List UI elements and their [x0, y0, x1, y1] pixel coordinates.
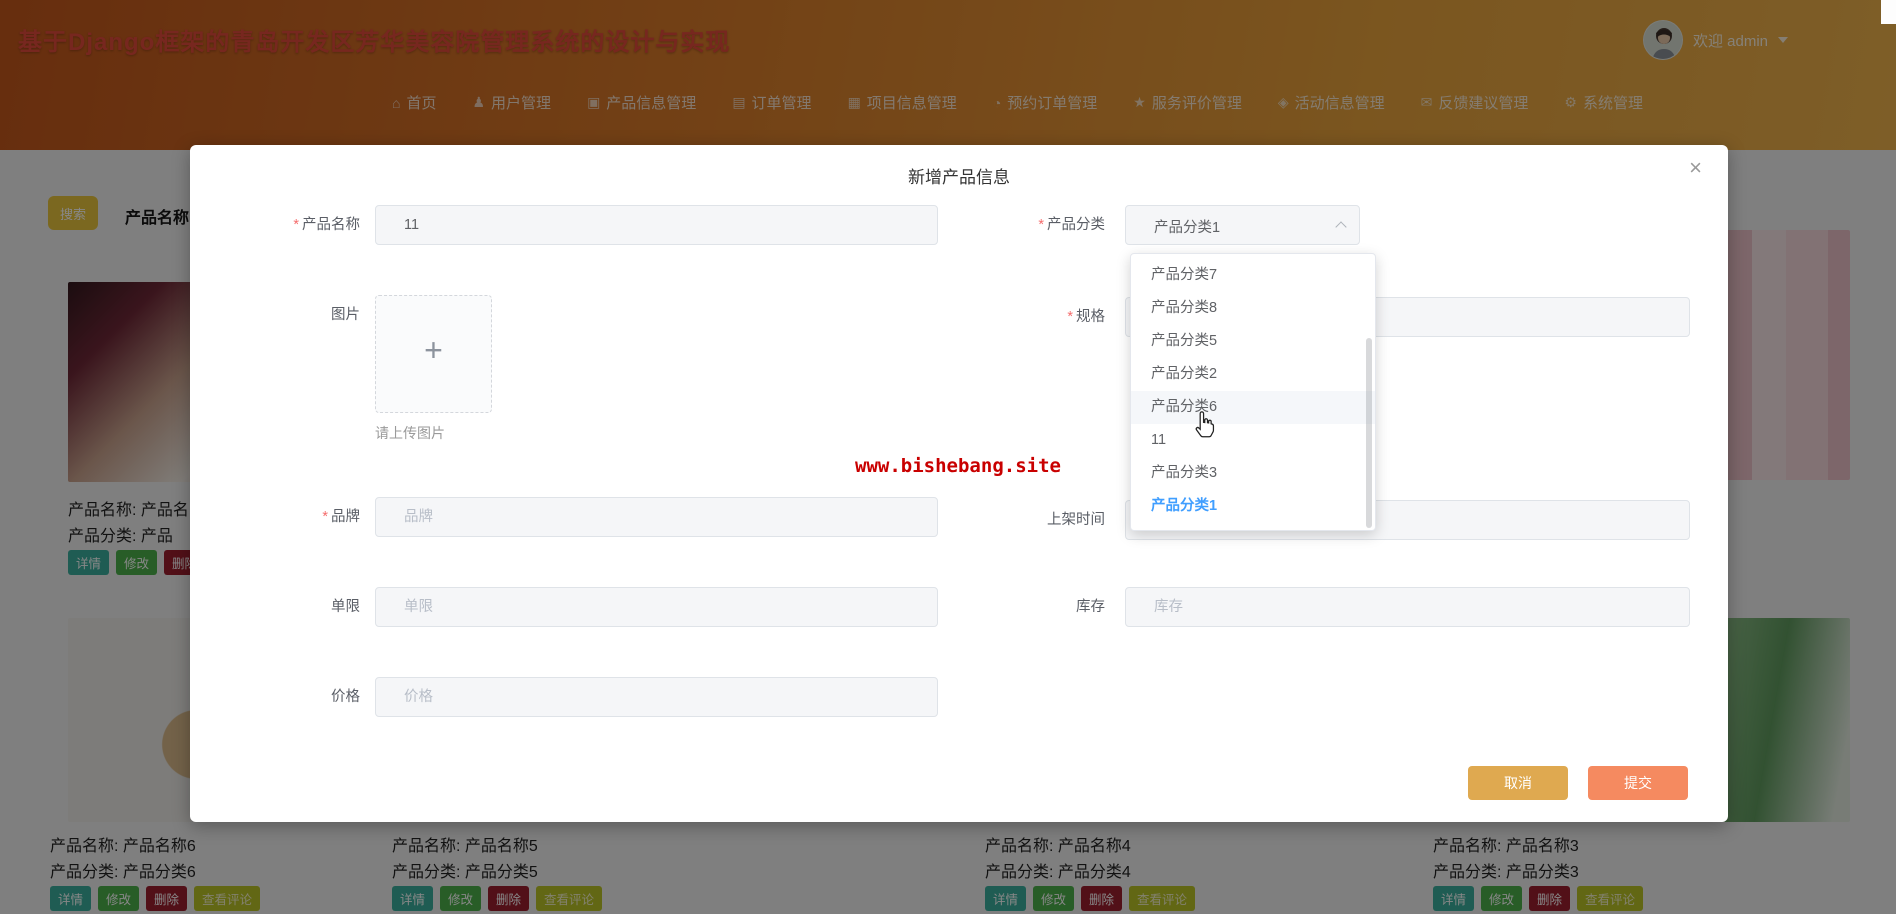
- submit-button[interactable]: 提交: [1588, 766, 1688, 800]
- product-name-input[interactable]: [375, 205, 938, 245]
- add-product-modal: 新增产品信息 × *产品名称 *产品分类 产品分类1 图片 + 请上传图片 *规…: [190, 145, 1728, 822]
- required-mark: *: [1067, 309, 1073, 325]
- close-icon[interactable]: ×: [1689, 157, 1702, 179]
- app-root: 基于Django框架的青岛开发区芳华美容院管理系统的设计与实现 ⌂ 首页 ♟ 用…: [0, 0, 1896, 914]
- price-label: 价格: [331, 689, 360, 705]
- watermark: www.bishebang.site: [855, 455, 1061, 477]
- required-mark: *: [1038, 217, 1044, 233]
- dropdown-option[interactable]: 产品分类7: [1131, 259, 1375, 292]
- dropdown-option[interactable]: 产品分类5: [1131, 325, 1375, 358]
- category-label: * 产品分类: [1038, 217, 1105, 233]
- spec-label: * 规格: [1067, 309, 1105, 325]
- dropdown-option[interactable]: 产品分类3: [1131, 457, 1375, 490]
- dropdown-option[interactable]: 产品分类2: [1131, 358, 1375, 391]
- category-select-value: 产品分类1: [1154, 220, 1221, 236]
- required-mark: *: [293, 217, 299, 233]
- dropdown-option-selected[interactable]: 产品分类1: [1131, 490, 1375, 523]
- stock-input[interactable]: [1125, 587, 1690, 627]
- unit-limit-input[interactable]: [375, 587, 938, 627]
- unit-limit-label: 单限: [331, 599, 360, 615]
- shelf-time-label: 上架时间: [1047, 512, 1105, 528]
- chevron-up-icon: [1335, 221, 1347, 233]
- dropdown-option[interactable]: 产品分类8: [1131, 292, 1375, 325]
- dropdown-option[interactable]: 11: [1131, 424, 1375, 457]
- image-label: 图片: [331, 307, 360, 323]
- brand-input[interactable]: [375, 497, 938, 537]
- cancel-button[interactable]: 取消: [1468, 766, 1568, 800]
- plus-icon: +: [424, 332, 443, 368]
- price-input[interactable]: [375, 677, 938, 717]
- dropdown-option-hovered[interactable]: 产品分类6: [1131, 391, 1375, 424]
- dropdown-scrollbar-thumb[interactable]: [1366, 338, 1372, 528]
- brand-label: * 品牌: [322, 509, 360, 525]
- product-name-label: * 产品名称: [293, 217, 360, 233]
- modal-title: 新增产品信息: [908, 168, 1010, 187]
- upload-hint: 请上传图片: [375, 425, 445, 441]
- stock-label: 库存: [1076, 599, 1105, 615]
- required-mark: *: [322, 509, 328, 525]
- category-dropdown: 产品分类7 产品分类8 产品分类5 产品分类2 产品分类6 11 产品分类3 产…: [1130, 253, 1376, 531]
- category-select[interactable]: 产品分类1: [1125, 205, 1360, 245]
- image-upload-box[interactable]: +: [375, 295, 492, 413]
- scrollbar-top[interactable]: [1881, 0, 1896, 24]
